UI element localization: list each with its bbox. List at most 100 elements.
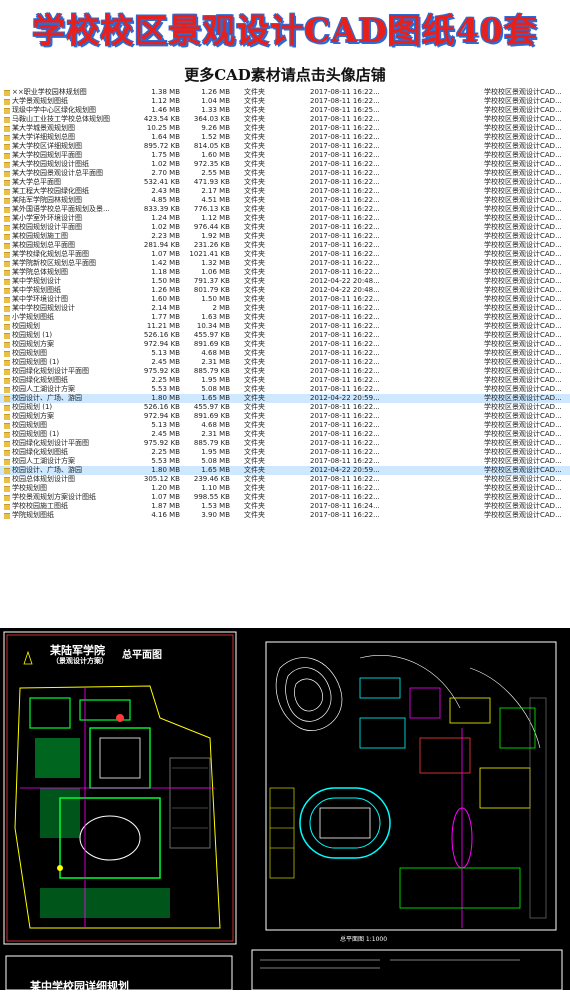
compressed-size: 9.26 MB xyxy=(201,124,230,132)
file-row[interactable]: 某中学规划设计 1.50 MB 791.37 KB 文件夹 2012-04-22 20:… xyxy=(0,277,570,286)
file-row[interactable]: 校园规划图 5.13 MB 4.68 MB 文件夹 2017-08-11 16:22..… xyxy=(0,349,570,358)
file-row[interactable]: 校园规划图 5.13 MB 4.68 MB 文件夹 2017-08-11 16:22..… xyxy=(0,421,570,430)
file-type: 文件夹 xyxy=(244,358,265,366)
modified-date: 2017-08-11 16:22... xyxy=(310,115,380,123)
compressed-size: 891.69 KB xyxy=(193,412,230,420)
folder-icon xyxy=(4,270,10,276)
folder-icon xyxy=(4,189,10,195)
file-row[interactable]: 现级中学中心区绿化规划图 1.46 MB 1.33 MB 文件夹 2017-08-11 … xyxy=(0,106,570,115)
folder-icon xyxy=(4,450,10,456)
file-row[interactable]: 马鞍山工业技工学校总体规划图 423.54 KB 364.03 KB 文件夹 2017-… xyxy=(0,115,570,124)
file-row[interactable]: 校园绿化规划图纸 2.25 MB 1.95 MB 文件夹 2017-08-11 16:2… xyxy=(0,376,570,385)
file-type: 文件夹 xyxy=(244,223,265,231)
file-row[interactable]: 校园规划图 (1) 2.45 MB 2.31 MB 文件夹 2017-08-11 16:… xyxy=(0,430,570,439)
file-row[interactable]: 某大学详细规划总图 1.64 MB 1.52 MB 文件夹 2017-08-11 16:… xyxy=(0,133,570,142)
file-row[interactable]: 某大学城景观规划图 10.25 MB 9.26 MB 文件夹 2017-08-11 16… xyxy=(0,124,570,133)
compressed-size: 2.31 MB xyxy=(201,430,230,438)
file-comment: 学校校区景观设计CAD... xyxy=(484,295,562,303)
folder-icon xyxy=(4,468,10,474)
file-size: 1.46 MB xyxy=(151,106,180,114)
file-name: 某中学校园规划设计 xyxy=(12,304,75,312)
file-row[interactable]: 学院规划图纸 4.16 MB 3.90 MB 文件夹 2017-08-11 16:22.… xyxy=(0,511,570,520)
file-row[interactable]: 校园人工湖设计方案 5.53 MB 5.08 MB 文件夹 2017-08-11 16:… xyxy=(0,385,570,394)
file-comment: 学校校区景观设计CAD... xyxy=(484,367,562,375)
file-size: 5.53 MB xyxy=(151,457,180,465)
file-row[interactable]: 某校园规划设计平面图 1.02 MB 976.44 KB 文件夹 2017-08-11 … xyxy=(0,223,570,232)
file-type: 文件夹 xyxy=(244,313,265,321)
file-row[interactable]: 某外国语学校总平面规划及景... 833.39 KB 776.13 KB 文件夹 201… xyxy=(0,205,570,214)
file-row[interactable]: 某大学校园规划平面图 1.75 MB 1.60 MB 文件夹 2017-08-11 16… xyxy=(0,151,570,160)
file-row[interactable]: 某大学校园景观设计总平面图 2.70 MB 2.55 MB 文件夹 2017-08-11… xyxy=(0,169,570,178)
file-row[interactable]: 某中学环境设计图 1.60 MB 1.50 MB 文件夹 2017-08-11 16:2… xyxy=(0,295,570,304)
file-name: 某中学环境设计图 xyxy=(12,295,68,303)
file-size: 972.94 KB xyxy=(143,340,180,348)
file-row[interactable]: 某学院新校区规划总平面图 1.42 MB 1.32 MB 文件夹 2017-08-11 … xyxy=(0,259,570,268)
file-row[interactable]: 校园设计、广场、游园 1.80 MB 1.65 MB 文件夹 2012-04-22 20… xyxy=(0,394,570,403)
compressed-size: 2.31 MB xyxy=(201,358,230,366)
file-row[interactable]: 校园设计、广场、游园 1.80 MB 1.65 MB 文件夹 2012-04-22 20… xyxy=(0,466,570,475)
file-type: 文件夹 xyxy=(244,430,265,438)
file-size: 1.75 MB xyxy=(151,151,180,159)
file-type: 文件夹 xyxy=(244,322,265,330)
file-name: 某校园规划设计平面图 xyxy=(12,223,82,231)
file-row[interactable]: ××职业学校园林规划图 1.38 MB 1.26 MB 文件夹 2017-08-11 1… xyxy=(0,88,570,97)
file-type: 文件夹 xyxy=(244,421,265,429)
file-comment: 学校校区景观设计CAD... xyxy=(484,214,562,222)
file-row[interactable]: 某小学室外环境设计图 1.24 MB 1.12 MB 文件夹 2017-08-11 16… xyxy=(0,214,570,223)
file-row[interactable]: 校园绿化规划图纸 2.25 MB 1.95 MB 文件夹 2017-08-11 16:2… xyxy=(0,448,570,457)
file-name: 某学院新校区规划总平面图 xyxy=(12,259,96,267)
file-row[interactable]: 学校校园施工图纸 1.87 MB 1.53 MB 文件夹 2017-08-11 16:2… xyxy=(0,502,570,511)
file-row[interactable]: 校园规划 (1) 526.16 KB 455.97 KB 文件夹 2017-08-11 … xyxy=(0,331,570,340)
file-row[interactable]: 某中学校园规划设计 2.14 MB 2 MB 文件夹 2017-08-11 16:22.… xyxy=(0,304,570,313)
compressed-size: 1.95 MB xyxy=(201,448,230,456)
file-size: 1.64 MB xyxy=(151,133,180,141)
file-name: 校园规划图 xyxy=(12,349,47,357)
compressed-size: 1.52 MB xyxy=(201,133,230,141)
file-comment: 学校校区景观设计CAD... xyxy=(484,484,562,492)
modified-date: 2017-08-11 16:22... xyxy=(310,430,380,438)
file-size: 5.13 MB xyxy=(151,349,180,357)
file-type: 文件夹 xyxy=(244,151,265,159)
file-comment: 学校校区景观设计CAD... xyxy=(484,349,562,357)
file-row[interactable]: 某学院总体规划图 1.18 MB 1.06 MB 文件夹 2017-08-11 16:2… xyxy=(0,268,570,277)
file-row[interactable]: 校园规划 11.21 MB 10.34 MB 文件夹 2017-08-11 16:22.… xyxy=(0,322,570,331)
file-row[interactable]: 校园绿化规划设计平面图 975.92 KB 885.79 KB 文件夹 2017-08-… xyxy=(0,439,570,448)
file-row[interactable]: 某校园规划施工图 2.23 MB 1.92 MB 文件夹 2017-08-11 16:2… xyxy=(0,232,570,241)
file-row[interactable]: 某陆军学院园林规划图 4.85 MB 4.51 MB 文件夹 2017-08-11 16… xyxy=(0,196,570,205)
file-row[interactable]: 某工程大学校园绿化图纸 2.43 MB 2.17 MB 文件夹 2017-08-11 1… xyxy=(0,187,570,196)
file-name: 马鞍山工业技工学校总体规划图 xyxy=(12,115,110,123)
file-row[interactable]: 校园规划图 (1) 2.45 MB 2.31 MB 文件夹 2017-08-11 16:… xyxy=(0,358,570,367)
modified-date: 2017-08-11 16:22... xyxy=(310,142,380,150)
file-row[interactable]: 校园人工湖设计方案 5.53 MB 5.08 MB 文件夹 2017-08-11 16:… xyxy=(0,457,570,466)
folder-icon xyxy=(4,144,10,150)
file-row[interactable]: 校园规划方案 972.94 KB 891.69 KB 文件夹 2017-08-11 16… xyxy=(0,412,570,421)
file-row[interactable]: 学校规划图 1.20 MB 1.10 MB 文件夹 2017-08-11 16:22..… xyxy=(0,484,570,493)
file-size: 10.25 MB xyxy=(146,124,180,132)
file-type: 文件夹 xyxy=(244,367,265,375)
compressed-size: 776.13 KB xyxy=(193,205,230,213)
file-size: 1.77 MB xyxy=(151,313,180,321)
file-type: 文件夹 xyxy=(244,340,265,348)
folder-icon xyxy=(4,387,10,393)
compressed-size: 1021.41 KB xyxy=(189,250,230,258)
file-row[interactable]: 校园规划方案 972.94 KB 891.69 KB 文件夹 2017-08-11 16… xyxy=(0,340,570,349)
file-size: 1.80 MB xyxy=(151,466,180,474)
file-row[interactable]: 学校景观规划方案设计图纸 1.07 MB 998.55 KB 文件夹 2017-08-1… xyxy=(0,493,570,502)
file-row[interactable]: 某大学校区详细规划图 895.72 KB 814.05 KB 文件夹 2017-08-1… xyxy=(0,142,570,151)
modified-date: 2017-08-11 16:22... xyxy=(310,340,380,348)
modified-date: 2017-08-11 16:22... xyxy=(310,178,380,186)
file-row[interactable]: 某大学总平面图 532.41 KB 471.93 KB 文件夹 2017-08-11 1… xyxy=(0,178,570,187)
file-row[interactable]: 校园规划 (1) 526.16 KB 455.97 KB 文件夹 2017-08-11 … xyxy=(0,403,570,412)
file-row[interactable]: 某大学校园规划设计图纸 1.02 MB 972.35 KB 文件夹 2017-08-11… xyxy=(0,160,570,169)
file-row[interactable]: 某校园规划总平面图 281.94 KB 231.26 KB 文件夹 2017-08-11… xyxy=(0,241,570,250)
file-row[interactable]: 校园总体规划设计图 305.12 KB 239.46 KB 文件夹 2017-08-11… xyxy=(0,475,570,484)
file-row[interactable]: 大学景观规划图纸 1.12 MB 1.04 MB 文件夹 2017-08-11 16:2… xyxy=(0,97,570,106)
file-row[interactable]: 校园绿化规划设计平面图 975.92 KB 885.79 KB 文件夹 2017-08-… xyxy=(0,367,570,376)
file-size: 532.41 KB xyxy=(143,178,180,186)
file-row[interactable]: 某学校绿化规划总平面图 1.07 MB 1021.41 KB 文件夹 2017-08-1… xyxy=(0,250,570,259)
file-row[interactable]: 某中学规划图纸 1.26 MB 801.79 KB 文件夹 2012-04-22 20:… xyxy=(0,286,570,295)
file-row[interactable]: 小学规划图纸 1.77 MB 1.63 MB 文件夹 2017-08-11 16:22.… xyxy=(0,313,570,322)
file-size: 526.16 KB xyxy=(143,403,180,411)
compressed-size: 1.95 MB xyxy=(201,376,230,384)
cad-right-scale-label: 总平面图 1:1000 xyxy=(340,936,388,943)
